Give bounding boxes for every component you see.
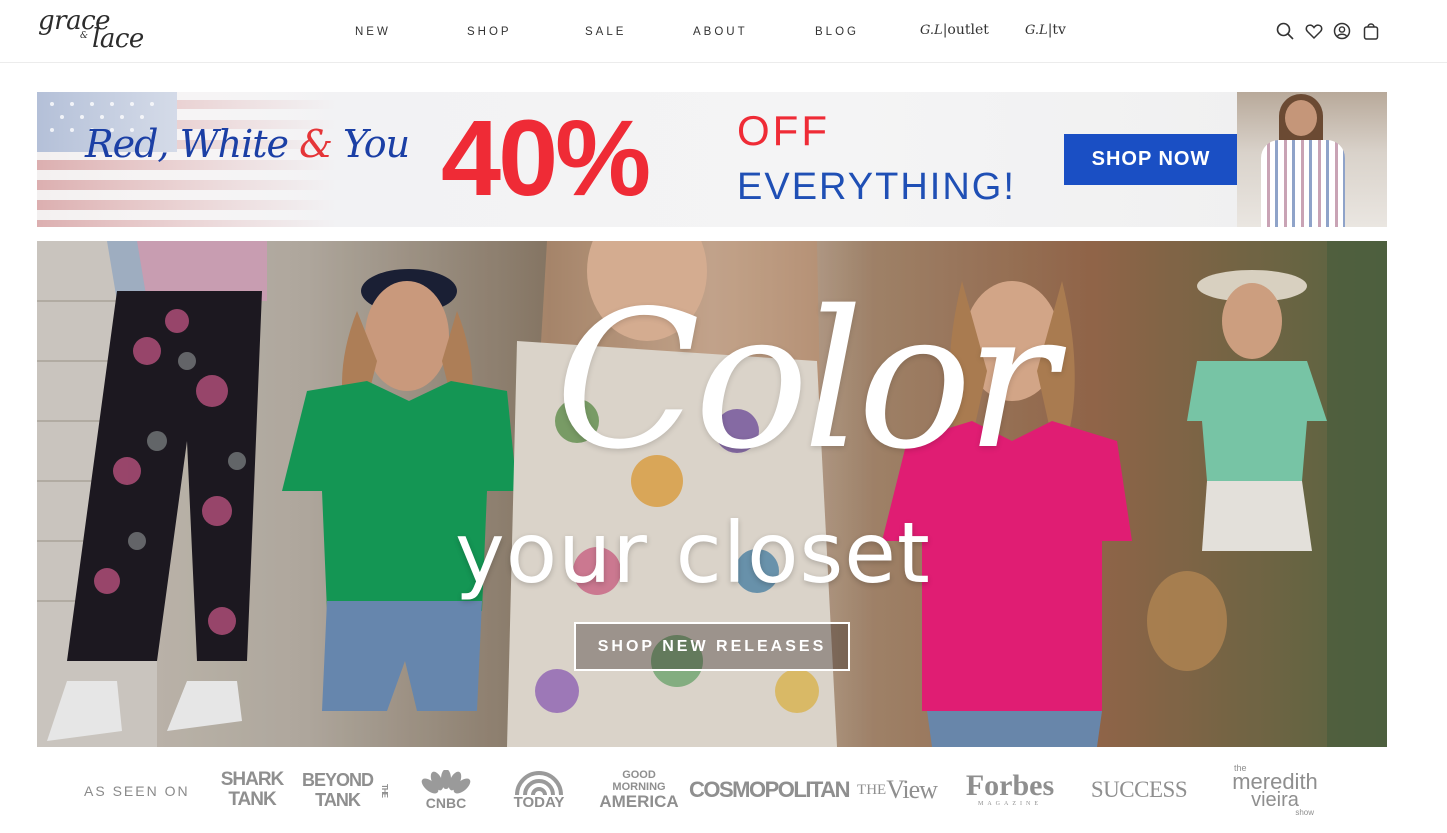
promo-script-part-a: Red, White bbox=[85, 122, 300, 166]
good-morning-america-logo: GOOD MORNING AMERICA bbox=[599, 760, 679, 820]
beyond-the-tank-line1: BEYOND bbox=[302, 770, 374, 790]
the-view-logo: THE View bbox=[857, 760, 938, 820]
search-icon[interactable] bbox=[1274, 20, 1296, 42]
logo-ampersand: & bbox=[80, 31, 89, 41]
beyond-the-tank-logo: BEYOND TANK THE bbox=[302, 760, 389, 820]
promo-script-headline: Red, White & You bbox=[85, 122, 410, 166]
nav-item-sale[interactable]: SALE bbox=[585, 26, 626, 38]
nav-item-new[interactable]: NEW bbox=[355, 26, 391, 38]
beyond-the-tank-side: THE bbox=[380, 783, 390, 797]
promo-percent: 40% bbox=[441, 97, 651, 218]
promo-script-ampersand: & bbox=[299, 122, 333, 166]
meredith-line4: show bbox=[1295, 807, 1314, 817]
shark-tank-line1: SHARK bbox=[220, 769, 285, 790]
cosmopolitan-text: COSMOPOLITAN bbox=[688, 777, 851, 802]
gma-line3: AMERICA bbox=[599, 792, 679, 811]
forbes-subtext: MAGAZINE bbox=[978, 801, 1042, 807]
hero-script-title: Color bbox=[555, 270, 1057, 491]
cnbc-text: CNBC bbox=[425, 795, 467, 811]
shark-tank-logo: SHARK TANK bbox=[220, 760, 285, 820]
bag-icon[interactable] bbox=[1360, 20, 1382, 42]
hero-banner[interactable]: Color your closet SHOP NEW RELEASES bbox=[37, 241, 1387, 747]
today-text: TODAY bbox=[513, 793, 565, 811]
nav-item-shop[interactable]: SHOP bbox=[467, 26, 512, 38]
beyond-the-tank-main: BEYOND TANK bbox=[302, 770, 374, 810]
the-view-line1: THE bbox=[857, 781, 887, 798]
meredith-vieira-show-logo: the meredith vieira show bbox=[1220, 760, 1330, 820]
outlet-label: outlet bbox=[947, 22, 989, 38]
tv-label: tv bbox=[1052, 22, 1066, 38]
promo-model-image bbox=[1237, 92, 1387, 227]
nav-item-about[interactable]: ABOUT bbox=[693, 26, 748, 38]
forbes-logo: Forbes MAGAZINE bbox=[962, 760, 1058, 820]
promo-banner[interactable]: Red, White & You 40% OFF EVERYTHING! SHO… bbox=[37, 92, 1387, 227]
meredith-line3: vieira bbox=[1251, 788, 1299, 811]
success-logo: SUCCESS bbox=[1087, 760, 1191, 820]
nav-item-tv[interactable]: G.L|tv bbox=[1025, 22, 1066, 38]
shop-new-releases-button[interactable]: SHOP NEW RELEASES bbox=[574, 622, 850, 671]
heart-icon[interactable] bbox=[1303, 20, 1325, 42]
gma-line1: GOOD bbox=[622, 769, 656, 781]
cnbc-peacock-icon bbox=[421, 770, 471, 794]
the-view-line2: View bbox=[886, 775, 938, 804]
as-seen-on-label: AS SEEN ON bbox=[84, 783, 190, 799]
nav-item-blog[interactable]: BLOG bbox=[815, 26, 859, 38]
success-text: SUCCESS bbox=[1090, 777, 1188, 802]
cnbc-logo: CNBC bbox=[413, 760, 479, 820]
promo-everything-text: EVERYTHING! bbox=[737, 166, 1016, 208]
tv-monogram: G.L bbox=[1025, 23, 1048, 38]
shark-tank-line2: TANK bbox=[228, 789, 276, 810]
hero-subtitle: your closet bbox=[455, 504, 931, 602]
meredith-line2: meredith bbox=[1232, 768, 1318, 794]
forbes-text: Forbes bbox=[965, 769, 1055, 802]
nav-item-outlet[interactable]: G.L|outlet bbox=[920, 22, 989, 38]
logo-text-lace: lace bbox=[92, 24, 144, 54]
today-logo: TODAY bbox=[506, 760, 572, 820]
site-header: grace & lace NEW SHOP SALE ABOUT BLOG G.… bbox=[0, 0, 1447, 63]
cosmopolitan-logo: COSMOPOLITAN bbox=[689, 760, 851, 820]
account-icon[interactable] bbox=[1331, 20, 1353, 42]
promo-script-part-b: You bbox=[331, 122, 410, 166]
beyond-the-tank-line2: TANK bbox=[315, 790, 361, 810]
today-sunrise-icon bbox=[515, 770, 563, 795]
outlet-monogram: G.L bbox=[920, 23, 943, 38]
model-face bbox=[1285, 100, 1317, 136]
promo-shop-now-button[interactable]: SHOP NOW bbox=[1064, 134, 1238, 185]
as-seen-on-strip: AS SEEN ON SHARK TANK BEYOND TANK THE CN… bbox=[37, 760, 1387, 820]
promo-off-text: OFF bbox=[737, 107, 830, 154]
model-striped-shirt bbox=[1261, 140, 1345, 227]
grace-and-lace-logo[interactable]: grace & lace bbox=[36, 4, 166, 56]
